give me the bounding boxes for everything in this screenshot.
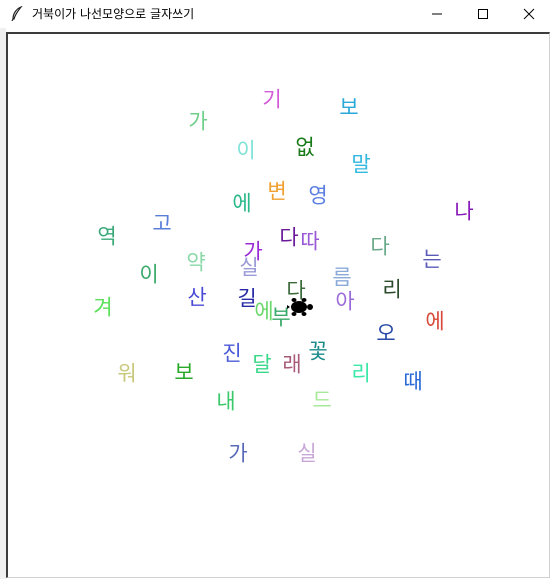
canvas-char: 래 — [282, 352, 302, 377]
canvas-char: 리 — [351, 361, 371, 386]
title-bar[interactable]: 거북이가 나선모양으로 글자쓰기 — [0, 0, 552, 28]
maximize-button[interactable] — [460, 0, 506, 28]
canvas-char: 오 — [376, 321, 396, 346]
canvas-char: 영 — [308, 183, 328, 208]
canvas-char: 워 — [117, 361, 137, 386]
close-button[interactable] — [506, 0, 552, 28]
canvas-char: 때 — [403, 369, 423, 394]
canvas-char: 아 — [335, 289, 355, 314]
canvas-char: 다 — [370, 234, 390, 259]
canvas-char: 진 — [222, 341, 242, 366]
canvas-char: 름 — [332, 265, 352, 290]
canvas-char: 리 — [382, 277, 402, 302]
canvas-char: 겨 — [93, 295, 113, 320]
canvas-char: 말 — [351, 152, 371, 177]
turtle-icon — [286, 296, 316, 322]
canvas-char: 없 — [295, 135, 315, 160]
canvas-char: 보 — [339, 95, 359, 120]
turtle-canvas[interactable]: 기 보 가 없 이 말 변 영 에 나 고 역 다 따 가 다 는 이 약 실 … — [6, 32, 550, 578]
minimize-button[interactable] — [414, 0, 460, 28]
canvas-char: 달 — [252, 352, 272, 377]
canvas-char: 이 — [236, 138, 256, 163]
maximize-icon — [477, 8, 489, 20]
canvas-char: 에 — [425, 309, 445, 334]
canvas-char: 에 — [232, 191, 252, 216]
canvas-char: 나 — [454, 199, 474, 224]
canvas-char: 보 — [174, 360, 194, 385]
canvas-char: 변 — [267, 179, 287, 204]
canvas-char: 약 — [186, 250, 206, 275]
canvas-char: 는 — [422, 247, 442, 272]
feather-icon — [10, 5, 24, 22]
canvas-char: 따 — [300, 229, 320, 254]
canvas-char: 실 — [239, 255, 259, 280]
canvas-char: 드 — [312, 388, 332, 413]
window-title: 거북이가 나선모양으로 글자쓰기 — [32, 7, 195, 21]
canvas-char: 꽃 — [308, 339, 328, 364]
canvas-char: 실 — [297, 441, 317, 466]
canvas-char: 기 — [262, 87, 282, 112]
close-icon — [523, 8, 535, 20]
canvas-char: 고 — [152, 211, 172, 236]
canvas-char: 다 — [279, 225, 299, 250]
canvas-char: 가 — [228, 441, 248, 466]
minimize-icon — [431, 8, 443, 20]
canvas-char: 이 — [139, 262, 159, 287]
canvas-char: 내 — [216, 389, 236, 414]
canvas-char: 산 — [187, 285, 207, 310]
canvas-char: 역 — [97, 224, 117, 249]
app-window: 거북이가 나선모양으로 글자쓰기 기 보 가 없 이 말 변 영 에 나 고 역… — [0, 0, 552, 579]
canvas-char: 가 — [188, 109, 208, 134]
